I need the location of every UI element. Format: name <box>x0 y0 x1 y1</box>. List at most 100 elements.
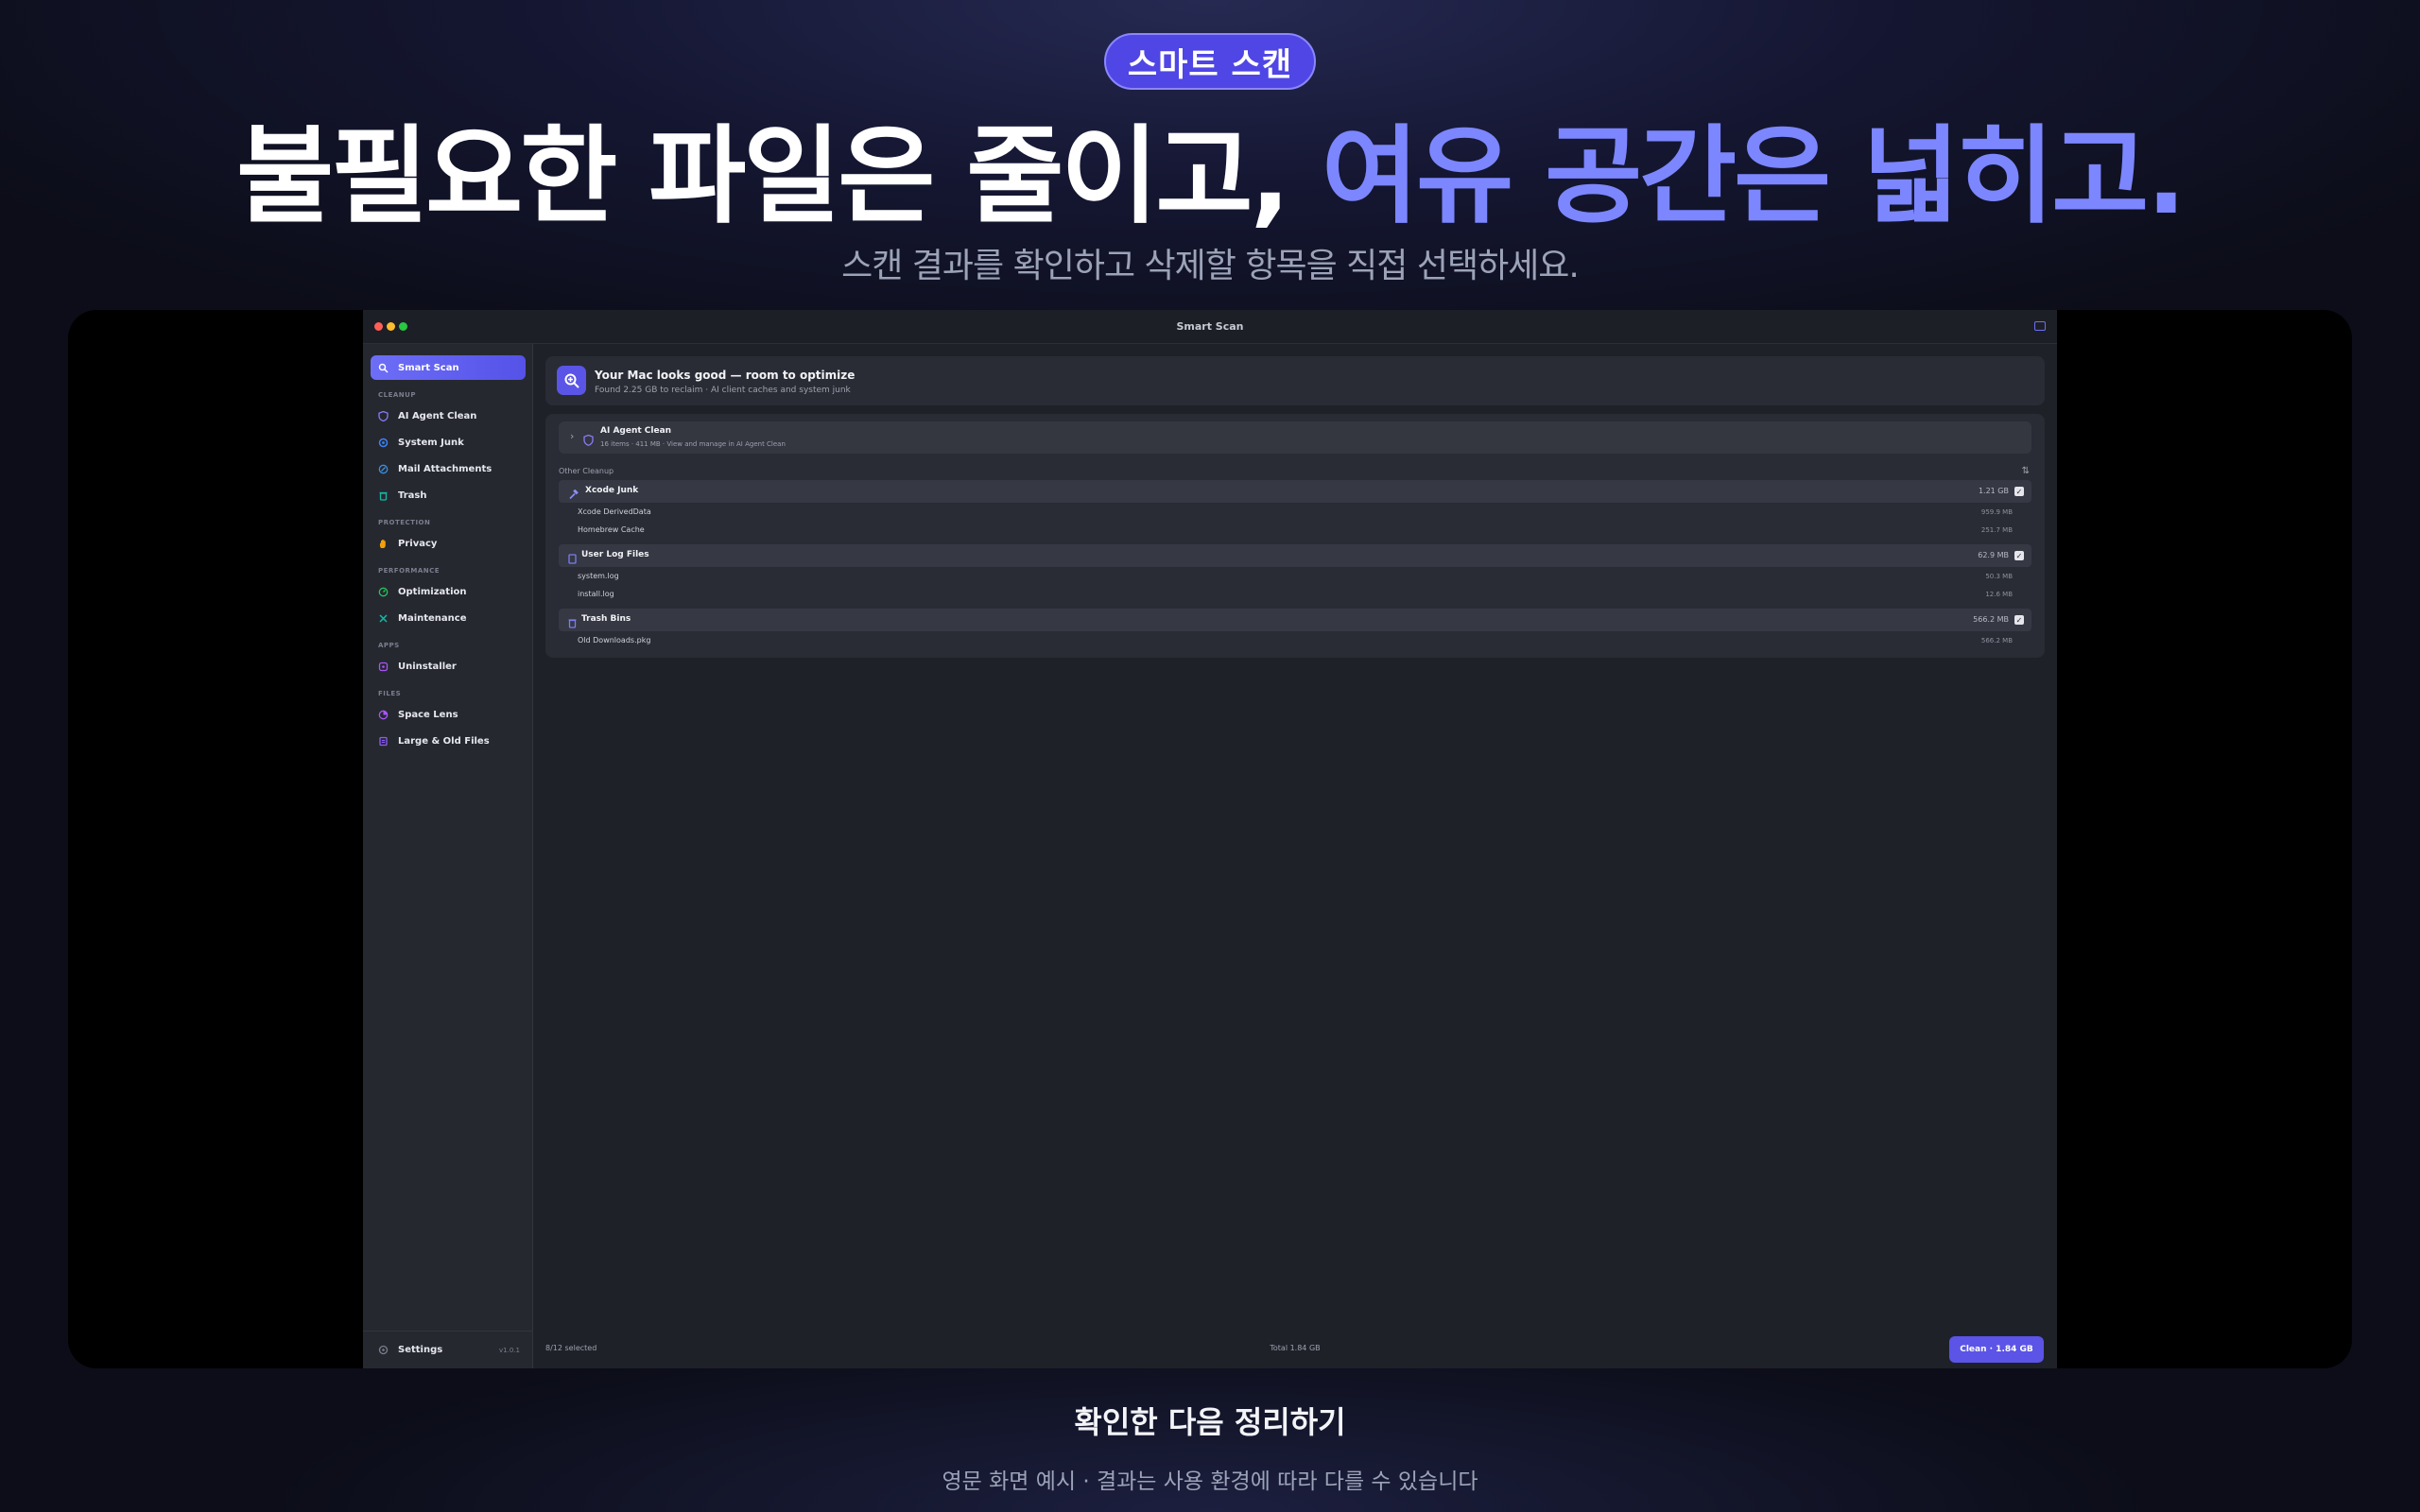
list-item[interactable]: Old Downloads.pkg 566.2 MB <box>559 633 2031 650</box>
hero-subtitle: 스캔 결과를 확인하고 삭제할 항목을 직접 선택하세요. <box>841 247 1580 285</box>
settings-label: Settings <box>398 1345 443 1355</box>
shield-icon <box>583 432 594 450</box>
app-window: Smart Scan Smart Scan CLEANUP AI Agent C… <box>363 310 2057 1368</box>
sidebar: Smart Scan CLEANUP AI Agent Clean System… <box>363 344 533 1368</box>
hero-badge: 스마트 스캔 <box>1104 33 1316 90</box>
status-banner: Your Mac looks good — room to optimize F… <box>545 356 2045 405</box>
bottom-title: 확인한 다음 정리하기 <box>1074 1404 1346 1440</box>
sidebar-item-system-junk[interactable]: System Junk <box>371 430 526 455</box>
item-label: Xcode DerivedData <box>578 507 651 516</box>
group-size: 62.9 MB <box>1978 551 2009 559</box>
hand-icon <box>378 539 389 549</box>
group-size: 1.21 GB <box>1978 487 2009 495</box>
sidebar-item-label: Optimization <box>398 586 467 597</box>
list-item[interactable]: Homebrew Cache 251.7 MB <box>559 523 2031 540</box>
paperclip-icon <box>378 464 389 474</box>
section-label-cleanup: CLEANUP <box>378 391 416 399</box>
group-checkbox[interactable]: ✓ <box>2014 615 2024 625</box>
group-size: 566.2 MB <box>1973 615 2009 624</box>
group-row-user-log-files[interactable]: User Log Files 62.9 MB ✓ <box>559 544 2031 567</box>
search-icon <box>378 363 389 373</box>
hero-title-accent: 여유 공간은 넓히고. <box>1322 115 2187 238</box>
clean-button[interactable]: Clean · 1.84 GB <box>1949 1336 2044 1363</box>
magnifier-plus-icon <box>557 366 586 395</box>
sidebar-item-smart-scan[interactable]: Smart Scan <box>371 355 526 380</box>
shield-icon <box>378 410 389 421</box>
archive-icon <box>378 736 389 747</box>
sidebar-item-maintenance[interactable]: Maintenance <box>371 606 526 630</box>
sidebar-item-large-old-files[interactable]: Large & Old Files <box>371 729 526 753</box>
trash-icon <box>378 490 389 501</box>
pie-icon <box>378 710 389 720</box>
group-label: Trash Bins <box>581 614 631 624</box>
gear-icon <box>378 1345 389 1355</box>
section-label-protection: PROTECTION <box>378 519 431 526</box>
sidebar-item-label: AI Agent Clean <box>398 410 477 421</box>
item-label: install.log <box>578 590 614 598</box>
banner-title: Your Mac looks good — room to optimize <box>595 369 856 382</box>
titlebar: Smart Scan <box>363 310 2057 344</box>
banner-subtitle: Found 2.25 GB to reclaim · AI client cac… <box>595 386 851 395</box>
group-checkbox[interactable]: ✓ <box>2014 487 2024 496</box>
sidebar-item-uninstaller[interactable]: Uninstaller <box>371 654 526 679</box>
sidebar-item-trash[interactable]: Trash <box>371 483 526 507</box>
sort-icon[interactable]: ⇅ <box>2022 466 2030 476</box>
hero-title: 불필요한 파일은 줄이고, 여유 공간은 넓히고. <box>0 115 2420 238</box>
sidebar-item-privacy[interactable]: Privacy <box>371 531 526 556</box>
list-item[interactable]: Xcode DerivedData 959.9 MB <box>559 505 2031 522</box>
group-label: Xcode Junk <box>585 486 639 495</box>
item-label: system.log <box>578 572 619 580</box>
hero-title-main: 불필요한 파일은 줄이고, <box>236 115 1322 238</box>
sidebar-item-space-lens[interactable]: Space Lens <box>371 702 526 727</box>
sidebar-item-label: Uninstaller <box>398 661 457 672</box>
sidebar-item-label: Mail Attachments <box>398 463 493 474</box>
wrench-icon <box>378 613 389 624</box>
list-item[interactable]: install.log 12.6 MB <box>559 587 2031 604</box>
group-label: User Log Files <box>581 550 649 559</box>
other-cleanup-label: Other Cleanup <box>559 467 614 475</box>
group-checkbox[interactable]: ✓ <box>2014 551 2024 560</box>
sidebar-item-ai-agent-clean[interactable]: AI Agent Clean <box>371 404 526 428</box>
sidebar-item-label: Maintenance <box>398 612 467 624</box>
sidebar-item-label: Space Lens <box>398 709 458 720</box>
item-size: 959.9 MB <box>1980 508 2013 516</box>
item-label: Old Downloads.pkg <box>578 636 651 644</box>
sidebar-item-optimization[interactable]: Optimization <box>371 579 526 604</box>
list-item[interactable]: system.log 50.3 MB <box>559 569 2031 586</box>
item-size: 50.3 MB <box>1985 573 2013 580</box>
item-size: 251.7 MB <box>1980 526 2013 534</box>
footer-bar: 8/12 selected Total 1.84 GB Clean · 1.84… <box>533 1331 2057 1368</box>
document-icon <box>568 550 577 568</box>
sidebar-item-label: Smart Scan <box>398 362 459 373</box>
ai-agent-clean-subtitle: 16 items · 411 MB · View and manage in A… <box>600 440 786 448</box>
settings-button[interactable]: Settings v1.0.1 <box>363 1331 533 1368</box>
group-row-trash-bins[interactable]: Trash Bins 566.2 MB ✓ <box>559 609 2031 631</box>
section-label-apps: APPS <box>378 642 400 649</box>
version-label: v1.0.1 <box>499 1346 520 1354</box>
ai-agent-clean-title: AI Agent Clean <box>600 426 672 436</box>
ai-agent-clean-row[interactable]: › AI Agent Clean 16 items · 411 MB · Vie… <box>559 421 2031 454</box>
item-size: 12.6 MB <box>1985 591 2013 598</box>
chevron-right-icon[interactable]: › <box>570 430 574 442</box>
bottom-note: 영문 화면 예시 · 결과는 사용 환경에 따라 다를 수 있습니다 <box>942 1469 1478 1494</box>
gauge-icon <box>378 587 389 597</box>
item-label: Homebrew Cache <box>578 525 645 534</box>
main-content: Your Mac looks good — room to optimize F… <box>533 344 2057 1368</box>
gear-icon <box>378 438 389 448</box>
total-size: Total 1.84 GB <box>1270 1344 1321 1352</box>
sidebar-item-mail-attachments[interactable]: Mail Attachments <box>371 456 526 481</box>
sidebar-item-label: Privacy <box>398 538 438 549</box>
hammer-icon <box>568 486 579 504</box>
sidebar-item-label: Large & Old Files <box>398 735 490 747</box>
group-row-xcode-junk[interactable]: Xcode Junk 1.21 GB ✓ <box>559 480 2031 503</box>
window-icon[interactable] <box>2034 321 2046 331</box>
window-title: Smart Scan <box>1176 320 1244 333</box>
sidebar-item-label: System Junk <box>398 437 464 448</box>
section-label-performance: PERFORMANCE <box>378 567 441 575</box>
section-label-files: FILES <box>378 690 402 697</box>
sidebar-item-label: Trash <box>398 490 427 501</box>
app-icon <box>378 662 389 672</box>
trash-icon <box>568 614 577 632</box>
results-panel: › AI Agent Clean 16 items · 411 MB · Vie… <box>545 414 2045 658</box>
item-size: 566.2 MB <box>1980 637 2013 644</box>
